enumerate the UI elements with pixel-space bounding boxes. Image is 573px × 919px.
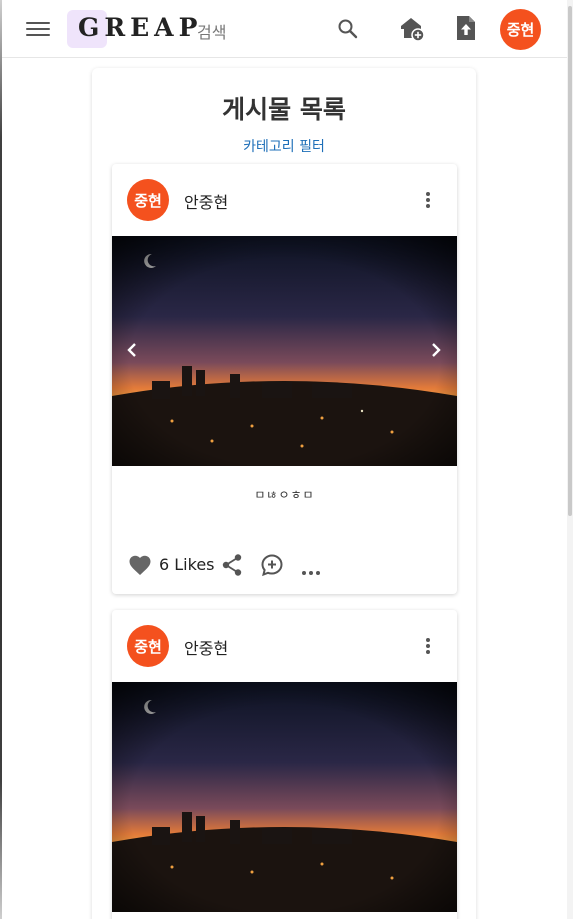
- search-icon[interactable]: [336, 17, 360, 41]
- page-title: 게시물 목록: [222, 95, 346, 124]
- avatar[interactable]: 중현: [127, 179, 169, 221]
- post-card: 중현 안중현: [112, 610, 457, 919]
- post-author[interactable]: 안중현: [184, 189, 228, 213]
- upload-file-icon[interactable]: [454, 14, 478, 42]
- category-filter-link[interactable]: 카테고리 필터: [92, 136, 476, 156]
- more-vert-icon[interactable]: [418, 636, 438, 660]
- logo[interactable]: GREAP: [78, 13, 202, 42]
- comment-add-icon[interactable]: [260, 553, 284, 577]
- more-horiz-icon[interactable]: [302, 560, 324, 575]
- profile-avatar[interactable]: 중현: [500, 9, 541, 50]
- app-bar: GREAP 검색 중현: [2, 0, 567, 58]
- post-caption: ㅁㄶㅇㅎㅁ: [254, 488, 315, 502]
- post-image[interactable]: [112, 682, 457, 912]
- share-icon[interactable]: [221, 553, 243, 577]
- scrollbar[interactable]: [567, 0, 573, 919]
- menu-icon[interactable]: [26, 18, 50, 40]
- heart-icon[interactable]: [128, 554, 152, 576]
- home-add-icon[interactable]: [399, 16, 425, 42]
- scrollbar-thumb[interactable]: [568, 6, 572, 516]
- post-card: 중현 안중현: [112, 164, 457, 594]
- likes-count: 6 Likes: [159, 555, 215, 574]
- post-image[interactable]: [112, 236, 457, 466]
- avatar[interactable]: 중현: [127, 625, 169, 667]
- search-label[interactable]: 검색: [197, 19, 226, 43]
- carousel-next-icon[interactable]: [428, 340, 444, 360]
- post-actions: 6 Likes: [128, 552, 448, 580]
- post-header: 중현 안중현: [112, 610, 457, 682]
- window-edge: [0, 0, 2, 919]
- post-author[interactable]: 안중현: [184, 635, 228, 659]
- carousel-prev-icon[interactable]: [124, 340, 140, 360]
- more-vert-icon[interactable]: [418, 190, 438, 214]
- post-header: 중현 안중현: [112, 164, 457, 236]
